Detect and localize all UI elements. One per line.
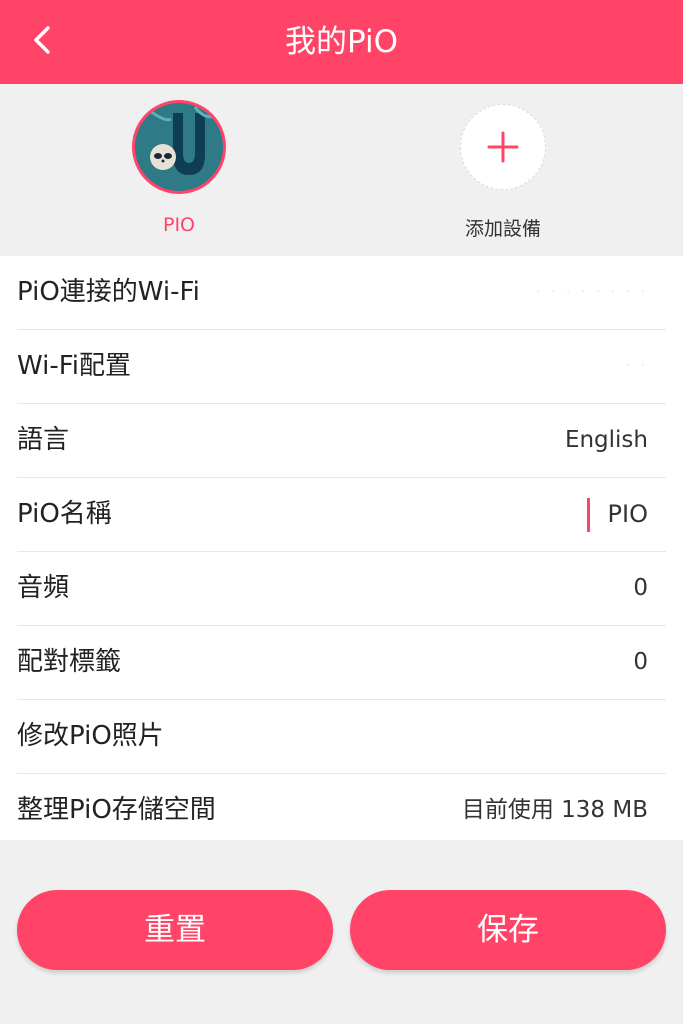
add-device-circle [460, 104, 546, 190]
setting-value: 目前使用 138 MB [461, 797, 648, 823]
setting-row-storage[interactable]: 整理PiO存儲空間 目前使用 138 MB [17, 774, 666, 847]
page-title: 我的PiO [284, 24, 399, 60]
app-header: 我的PiO [0, 0, 683, 84]
setting-label: PiO連接的Wi-Fi [17, 277, 200, 307]
setting-value: 0 [633, 649, 648, 675]
setting-row-language[interactable]: 語言 English [17, 404, 666, 478]
device-selector: PIO 添加設備 [0, 84, 683, 256]
device-label: PIO [162, 214, 196, 236]
setting-value: · · [625, 358, 648, 374]
add-device-button[interactable]: 添加設備 [413, 100, 593, 250]
setting-value: 0 [633, 575, 648, 601]
setting-row-pair-tag[interactable]: 配對標籤 0 [17, 626, 666, 700]
setting-label: 整理PiO存儲空間 [17, 795, 216, 825]
setting-row-name[interactable]: PiO名稱 [17, 478, 666, 552]
plus-icon [487, 131, 519, 163]
setting-label: 修改PiO照片 [17, 721, 164, 751]
avatar [132, 100, 226, 194]
device-pio[interactable]: PIO [89, 100, 269, 250]
sloth-avatar-icon [135, 103, 223, 191]
text-caret [587, 498, 590, 532]
setting-label: 語言 [17, 425, 70, 455]
setting-label: PiO名稱 [17, 499, 112, 529]
setting-value: · · · · · · · · [536, 284, 648, 300]
setting-label: 音頻 [17, 573, 70, 603]
save-button[interactable]: 保存 [350, 890, 666, 970]
setting-row-wifi-connected[interactable]: PiO連接的Wi-Fi · · · · · · · · [17, 256, 666, 330]
setting-label: Wi-Fi配置 [17, 351, 132, 381]
reset-button[interactable]: 重置 [17, 890, 333, 970]
settings-list: PiO連接的Wi-Fi · · · · · · · · Wi-Fi配置 · · … [0, 256, 683, 840]
device-label: 添加設備 [464, 218, 541, 240]
action-buttons: 重置 保存 [0, 890, 683, 970]
setting-row-audio[interactable]: 音頻 0 [17, 552, 666, 626]
setting-row-wifi-config[interactable]: Wi-Fi配置 · · [17, 330, 666, 404]
setting-row-photo[interactable]: 修改PiO照片 [17, 700, 666, 774]
setting-value: English [564, 427, 648, 453]
setting-label: 配對標籤 [17, 647, 122, 677]
